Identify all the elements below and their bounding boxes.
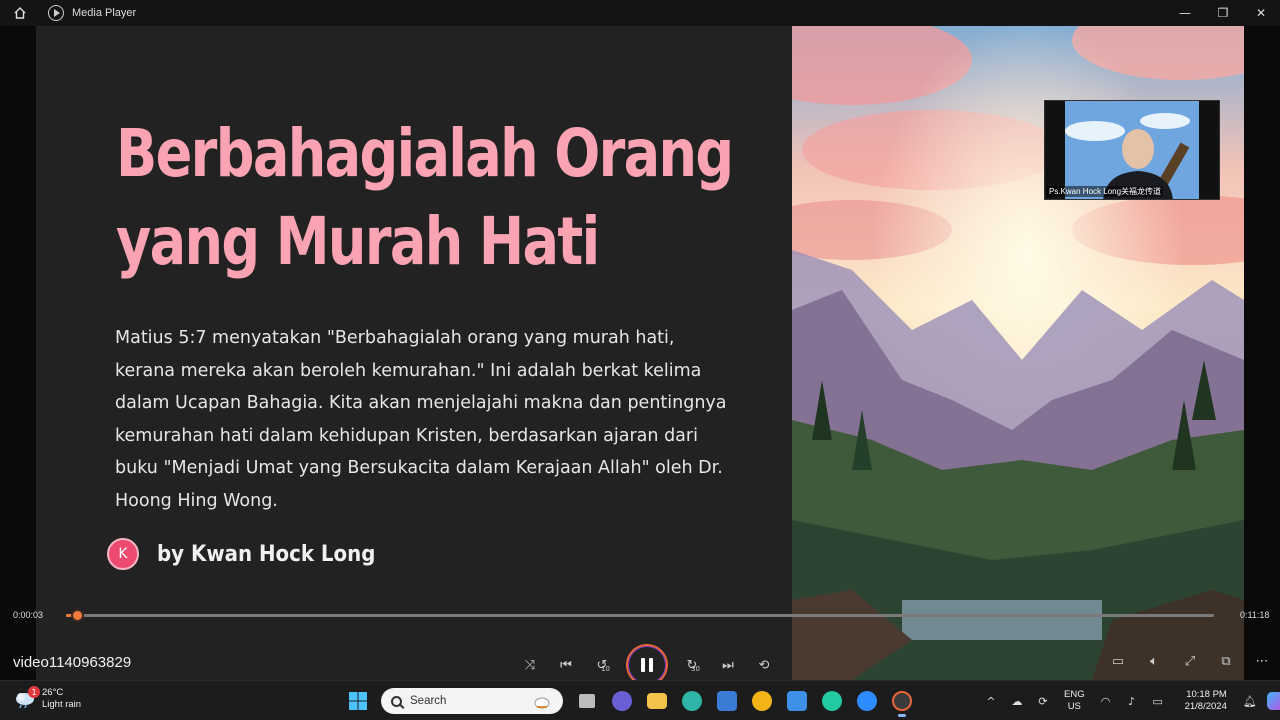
speaker-icon[interactable]: ♪ (1119, 685, 1145, 717)
edge-icon[interactable] (676, 685, 708, 717)
copilot-icon[interactable] (1263, 685, 1280, 717)
title-bar[interactable]: Media Player — ❐ ✕ (0, 0, 1280, 26)
seek-track[interactable] (66, 609, 1214, 622)
search-placeholder: Search (410, 695, 447, 707)
skip-back-button[interactable]: ↺ 10 (584, 649, 620, 681)
weather-temp: 26°C (42, 687, 64, 698)
taskbar: 1 26°C Light rain Search ^ ☁ ⟳ ENG US ◠ … (0, 680, 1280, 720)
video-area[interactable]: Berbahagialah Orang yang Murah Hati Mati… (0, 0, 1280, 680)
system-tray: ^ ☁ ⟳ ENG US ◠ ♪ ▭ 10:18 PM 21/8/2024 🔔︎ (978, 685, 1280, 717)
playback-controls: video1140963829 ⤨ ⏮ ↺ 10 ↻ 30 ⏭ ⟲ ▭ 🔈︎ ⤢ ⧉… (0, 640, 1280, 686)
webcam-overlay[interactable]: Ps.Kwan Hock Long关福龙传道 (1044, 100, 1220, 200)
pause-icon (641, 658, 645, 672)
minimize-button[interactable]: — (1166, 0, 1204, 26)
webcam-caption: Ps.Kwan Hock Long关福龙传道 (1047, 186, 1164, 197)
current-time: 0:00:03 (13, 610, 44, 620)
video-filename: video1140963829 (13, 654, 132, 671)
next-icon[interactable]: ⏭ (710, 649, 746, 681)
skip-forward-button[interactable]: ↻ 30 (674, 649, 710, 681)
task-view-icon[interactable] (571, 685, 603, 717)
seek-bar[interactable]: 0:00:03 0:11:18 (0, 604, 1280, 628)
weather-badge: 1 (28, 686, 40, 698)
region-code: US (1067, 701, 1081, 712)
clock-time: 10:18 PM (1186, 689, 1227, 700)
file-explorer-icon[interactable] (641, 685, 673, 717)
slide-title-line1: Berbahagialah Orang (116, 115, 734, 192)
close-button[interactable]: ✕ (1242, 0, 1280, 26)
author-name: by Kwan Hock Long (157, 541, 376, 567)
weather-widget[interactable]: 1 26°C Light rain (14, 686, 82, 711)
fullscreen-icon[interactable]: ⤢ (1172, 650, 1208, 672)
wifi-icon[interactable]: ◠ (1093, 685, 1119, 717)
notification-bell-icon[interactable]: 🔔︎ (1237, 685, 1263, 717)
media-player-icon (48, 5, 64, 21)
rain-cloud-icon: 1 (14, 686, 40, 709)
chat-icon[interactable] (606, 685, 638, 717)
media-player-taskbar-icon[interactable] (886, 685, 918, 717)
author-avatar: K (107, 538, 139, 570)
windows-start-icon[interactable] (342, 685, 374, 717)
more-options-icon[interactable]: ⋯ (1244, 650, 1280, 672)
language-indicator[interactable]: ENG US (1064, 689, 1085, 713)
battery-icon[interactable]: ▭ (1145, 685, 1171, 717)
clock-date: 21/8/2024 (1184, 701, 1227, 712)
skip-back-seconds: 10 (601, 665, 610, 673)
onedrive-icon[interactable]: ☁ (1004, 685, 1030, 717)
maximize-button[interactable]: ❐ (1204, 0, 1242, 26)
system-clock[interactable]: 10:18 PM 21/8/2024 (1185, 689, 1227, 713)
repeat-off-icon[interactable]: ⟲ (746, 649, 782, 681)
skip-forward-seconds: 30 (691, 665, 700, 673)
slide-body-text: Matius 5:7 menyatakan "Berbahagialah ora… (115, 328, 727, 511)
sync-icon[interactable]: ⟳ (1030, 685, 1056, 717)
zoom-icon[interactable] (851, 685, 883, 717)
shuffle-icon[interactable]: ⤨ (512, 649, 548, 681)
previous-icon[interactable]: ⏮ (548, 649, 584, 681)
webex-icon[interactable] (816, 685, 848, 717)
slide-title-line2: yang Murah Hati (116, 203, 600, 280)
pause-icon-bar (649, 658, 653, 672)
store-icon[interactable] (711, 685, 743, 717)
slide-text-panel: Berbahagialah Orang yang Murah Hati Mati… (36, 0, 792, 680)
volume-icon[interactable]: 🔈︎ (1136, 650, 1172, 672)
mini-player-icon[interactable]: ⧉ (1208, 650, 1244, 672)
chrome-icon[interactable] (746, 685, 778, 717)
taskbar-search[interactable]: Search (381, 688, 563, 714)
chevron-up-icon[interactable]: ^ (978, 685, 1004, 717)
slide-author: K by Kwan Hock Long (107, 538, 400, 570)
subtitles-icon[interactable]: ▭ (1100, 650, 1136, 672)
slide-title: Berbahagialah Orang yang Murah Hati (116, 110, 756, 286)
language-code: ENG (1064, 689, 1085, 700)
home-icon[interactable] (0, 0, 40, 26)
total-time: 0:11:18 (1240, 610, 1270, 620)
seek-thumb[interactable] (71, 609, 85, 622)
search-highlight-icon (534, 697, 550, 709)
mindly-icon[interactable] (781, 685, 813, 717)
weather-desc: Light rain (42, 699, 82, 710)
search-icon (391, 695, 402, 707)
window-title: Media Player (72, 7, 137, 19)
